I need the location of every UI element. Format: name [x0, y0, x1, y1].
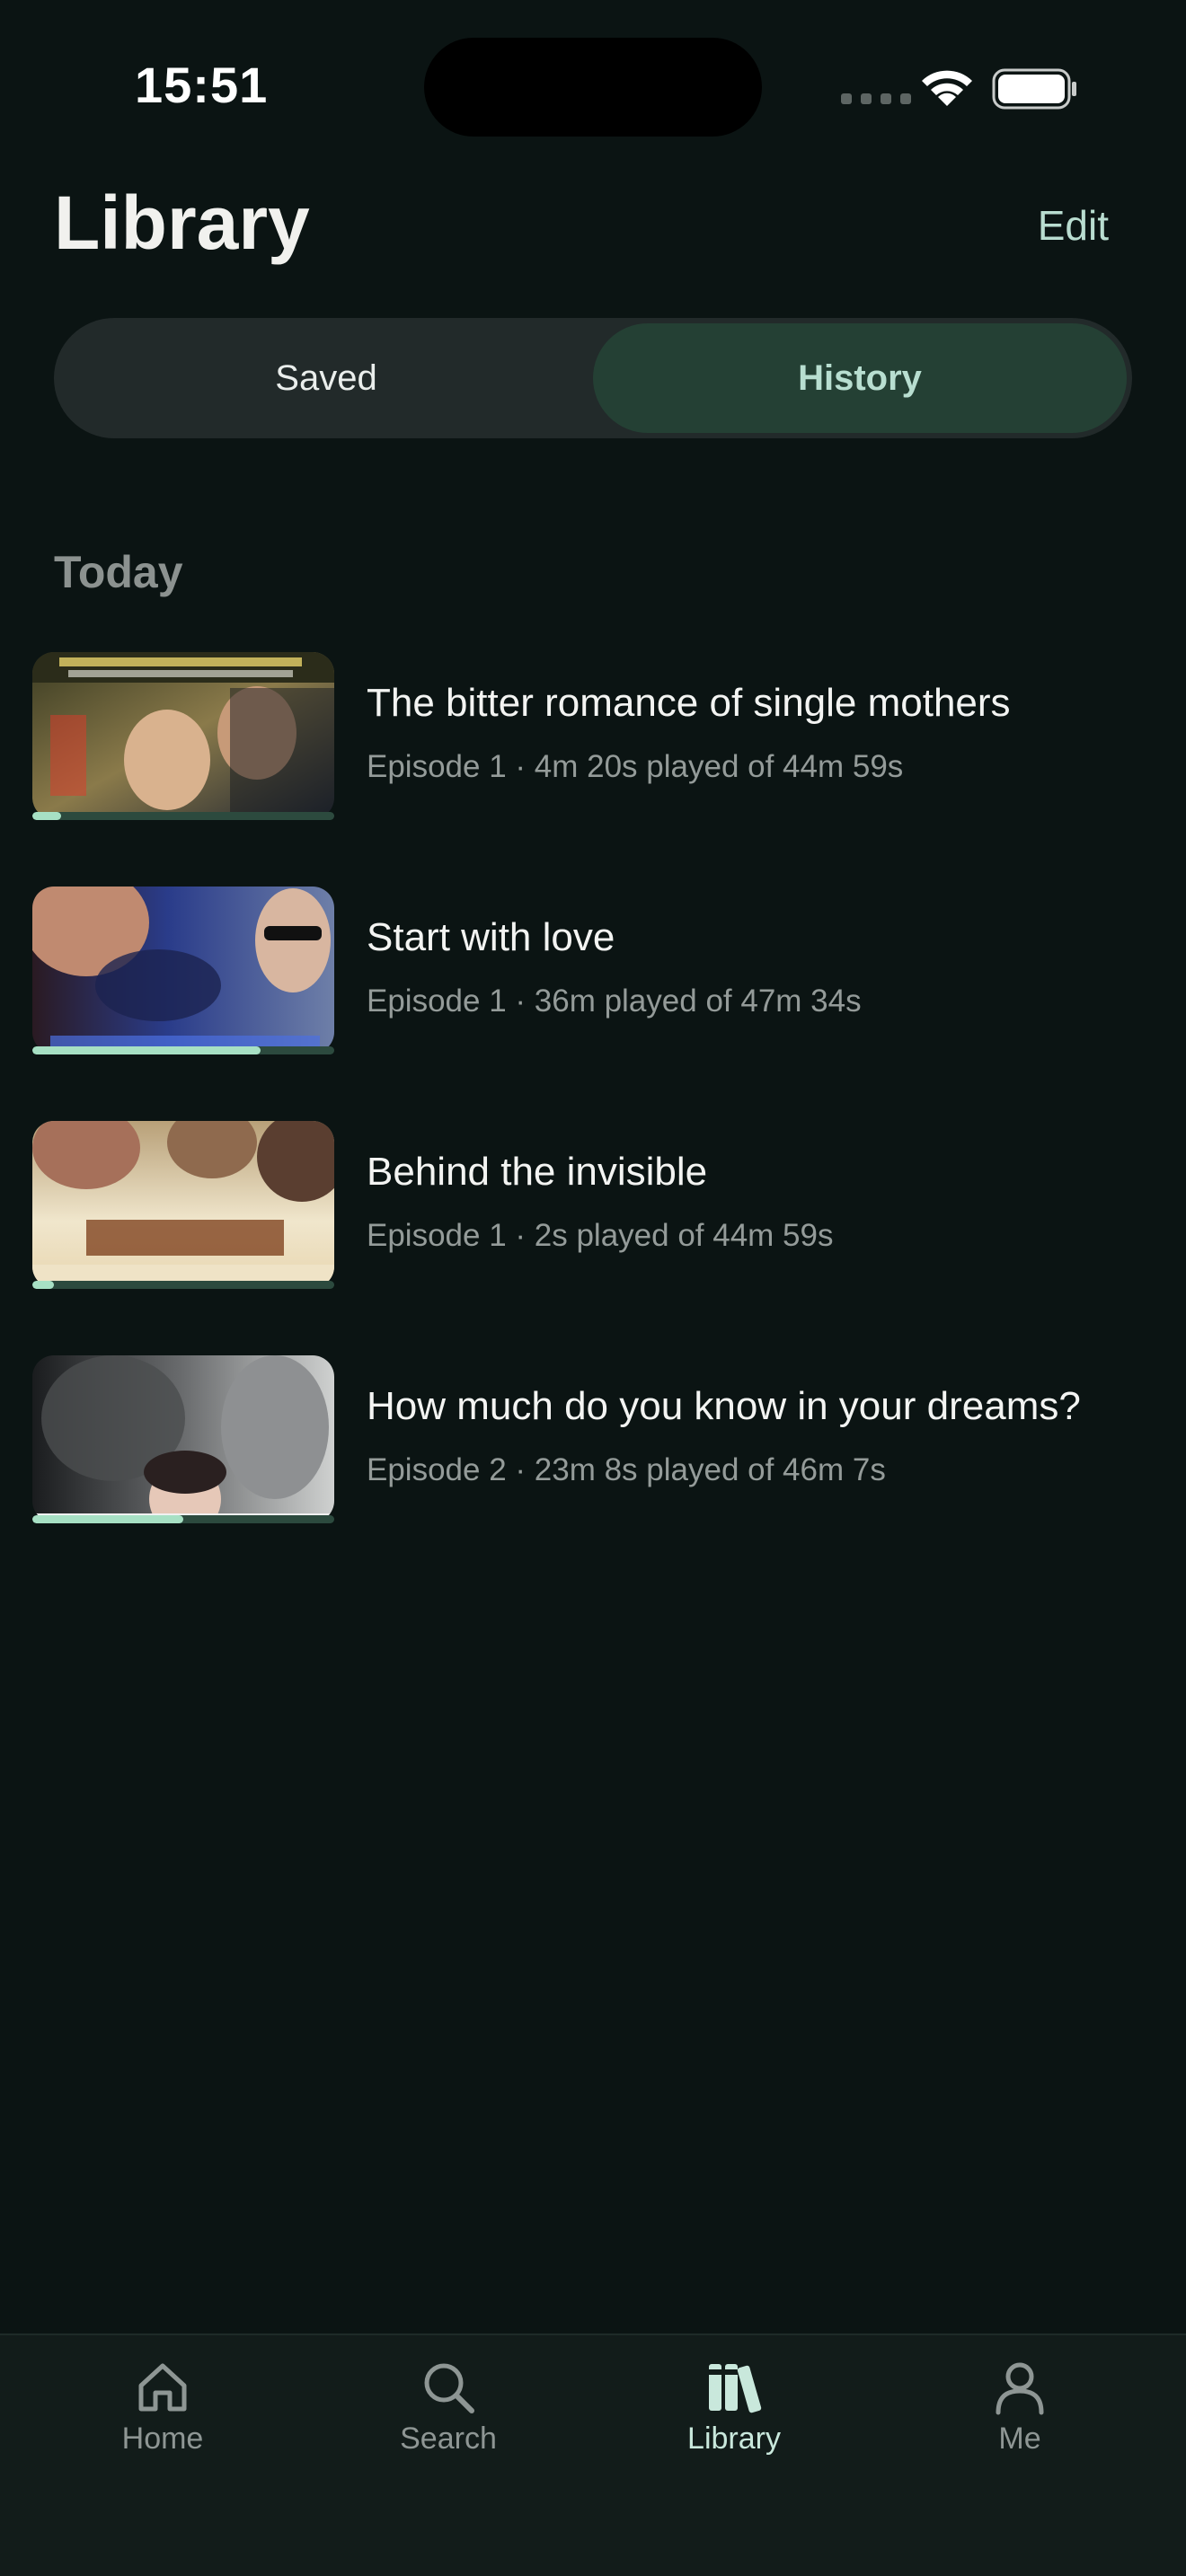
- tab-library-label: Library: [687, 2422, 781, 2456]
- playback-progress-bar: [32, 1046, 334, 1054]
- page-title: Library: [54, 181, 310, 265]
- segment-saved[interactable]: Saved: [59, 323, 593, 433]
- history-item[interactable]: The bitter romance of single mothers Epi…: [0, 648, 1186, 883]
- status-time: 15:51: [135, 57, 269, 113]
- edit-button[interactable]: Edit: [1038, 201, 1109, 250]
- tab-library[interactable]: Library: [591, 2335, 877, 2576]
- person-icon: [996, 2362, 1044, 2415]
- tab-home-label: Home: [121, 2422, 204, 2456]
- playback-progress-fill: [32, 1515, 183, 1523]
- battery-icon: [992, 68, 1076, 110]
- history-item-subtitle: Episode 1 · 4m 20s played of 44m 59s: [367, 749, 904, 784]
- playback-progress-bar: [32, 1281, 334, 1289]
- history-item-title: Start with love: [367, 915, 615, 959]
- history-item-subtitle: Episode 1 · 36m played of 47m 34s: [367, 984, 862, 1019]
- history-item-subtitle: Episode 2 · 23m 8s played of 46m 7s: [367, 1452, 886, 1487]
- history-item-title: The bitter romance of single mothers: [367, 681, 1011, 725]
- home-icon: [138, 2363, 187, 2412]
- tab-me-label: Me: [998, 2422, 1041, 2456]
- history-list: The bitter romance of single mothers Epi…: [0, 648, 1186, 1586]
- playback-progress-bar: [32, 812, 334, 820]
- search-icon: [424, 2363, 474, 2413]
- library-segmented-control: Saved History: [54, 318, 1132, 438]
- library-screen: 15:51 Library Edit Saved History Today T…: [0, 0, 1186, 2576]
- tab-home[interactable]: Home: [20, 2335, 305, 2576]
- history-item[interactable]: Start with love Episode 1 · 36m played o…: [0, 883, 1186, 1117]
- history-item-title: How much do you know in your dreams?: [367, 1384, 1081, 1428]
- cellular-signal-icon: [841, 93, 911, 104]
- tab-bar: Home Search Library Me: [0, 2333, 1186, 2576]
- drama-thumbnail: [32, 887, 334, 1054]
- history-item[interactable]: How much do you know in your dreams? Epi…: [0, 1352, 1186, 1586]
- history-item[interactable]: Behind the invisible Episode 1 · 2s play…: [0, 1117, 1186, 1352]
- playback-progress-fill: [32, 1046, 261, 1054]
- playback-progress-fill: [32, 812, 62, 820]
- playback-progress-bar: [32, 1515, 334, 1523]
- tab-me[interactable]: Me: [877, 2335, 1163, 2576]
- history-item-subtitle: Episode 1 · 2s played of 44m 59s: [367, 1218, 834, 1253]
- tab-search-label: Search: [400, 2422, 497, 2456]
- drama-thumbnail: [32, 1355, 334, 1522]
- history-item-title: Behind the invisible: [367, 1150, 708, 1194]
- tab-search[interactable]: Search: [305, 2335, 591, 2576]
- library-icon: [709, 2364, 762, 2413]
- section-header-today: Today: [54, 547, 183, 597]
- wifi-icon: [922, 70, 972, 106]
- segment-history[interactable]: History: [593, 323, 1127, 433]
- dynamic-island: [424, 38, 762, 137]
- drama-thumbnail: [32, 652, 334, 819]
- drama-thumbnail: [32, 1121, 334, 1288]
- playback-progress-fill: [32, 1281, 54, 1289]
